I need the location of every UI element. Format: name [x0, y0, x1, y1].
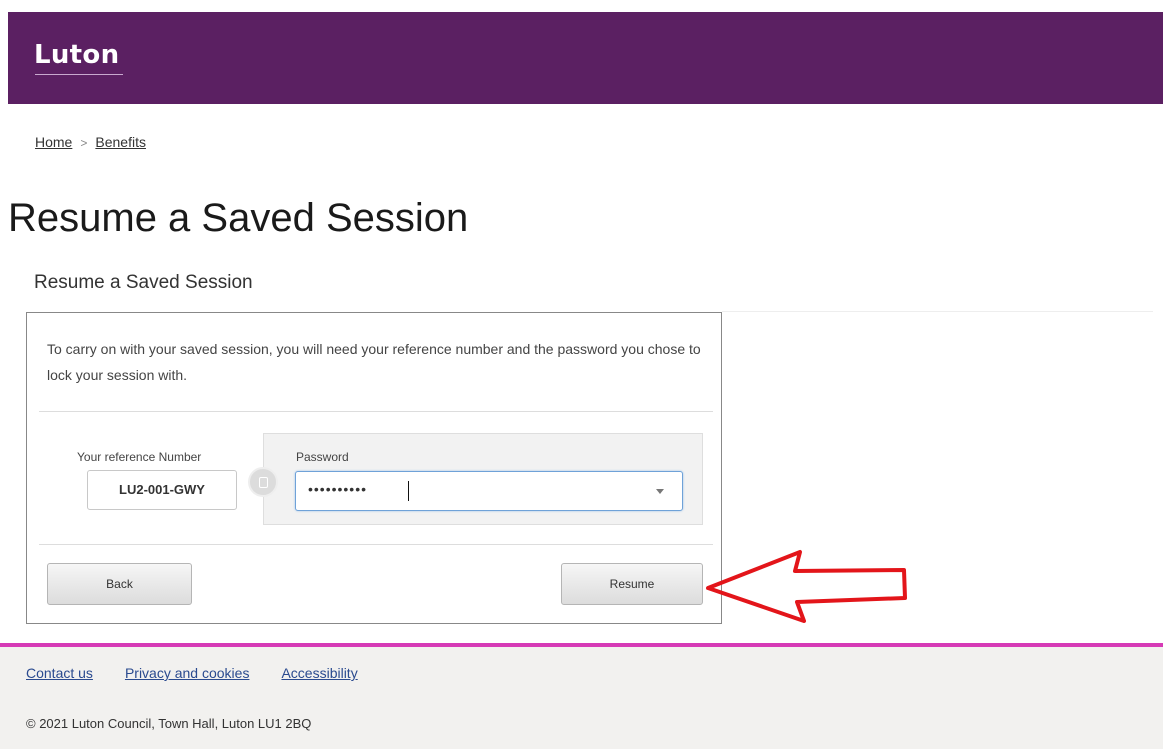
logo-underline: [35, 74, 123, 75]
back-button[interactable]: Back: [47, 563, 192, 605]
lock-icon: [248, 467, 278, 497]
red-arrow-icon: [706, 550, 907, 623]
footer-link-privacy[interactable]: Privacy and cookies: [125, 665, 250, 681]
reference-label: Your reference Number: [77, 450, 202, 464]
lock-icon-body: [259, 477, 268, 488]
intro-text: To carry on with your saved session, you…: [47, 341, 701, 383]
site-footer: Contact us Privacy and cookies Accessibili…: [0, 647, 1163, 749]
copyright-text: © 2021 Luton Council, Town Hall, Luton L…: [26, 716, 312, 731]
breadcrumb-benefits-link[interactable]: Benefits: [95, 134, 146, 150]
panel-divider-bottom: [39, 544, 713, 545]
footer-links: Contact us Privacy and cookies Accessibili…: [26, 665, 390, 681]
section-title: Resume a Saved Session: [34, 272, 253, 293]
password-input[interactable]: ••••••••••: [295, 471, 683, 511]
breadcrumb-home-link[interactable]: Home: [35, 134, 72, 150]
dropdown-arrow-icon[interactable]: [656, 489, 664, 494]
panel-divider-top: [39, 411, 713, 412]
password-group: Password ••••••••••: [263, 433, 703, 525]
footer-link-accessibility[interactable]: Accessibility: [281, 665, 357, 681]
breadcrumb: Home > Benefits: [35, 134, 146, 150]
password-masked-value: ••••••••••: [308, 481, 368, 497]
resume-session-panel: To carry on with your saved session, you…: [26, 312, 722, 624]
reference-number-field: LU2-001-GWY: [87, 470, 237, 510]
footer-link-contact[interactable]: Contact us: [26, 665, 93, 681]
text-caret: [408, 481, 409, 501]
luton-logo[interactable]: Luton: [34, 40, 119, 70]
password-label: Password: [296, 450, 349, 464]
site-header: Luton: [8, 12, 1163, 104]
breadcrumb-separator: >: [80, 136, 88, 150]
resume-button[interactable]: Resume: [561, 563, 703, 605]
page-title: Resume a Saved Session: [8, 196, 469, 240]
section-divider: [722, 311, 1153, 312]
